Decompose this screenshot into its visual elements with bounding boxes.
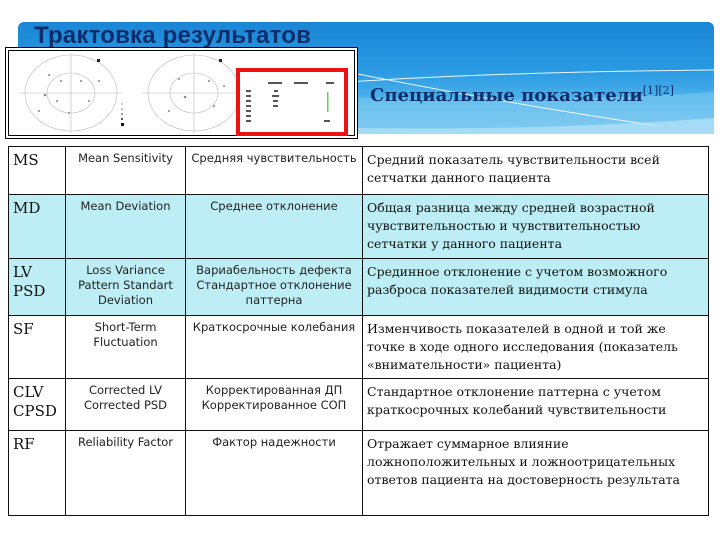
table-row: MD Mean Deviation Среднее отклонение Общ…: [8, 194, 709, 259]
english-term-cell: Loss Variance Pattern Standart Deviation: [65, 258, 186, 316]
russian-term-cell: Корректированная ДП Корректированное СОП: [185, 378, 363, 431]
english-term-cell: Short-Term Fluctuation: [65, 315, 186, 379]
abbreviation-cell: SF: [8, 315, 66, 379]
russian-term-cell: Среднее отклонение: [185, 194, 363, 259]
table-row: RF Reliability Factor Фактор надежности …: [8, 430, 709, 516]
description-cell: Средний показатель чувствительности всей…: [362, 146, 709, 195]
english-term-cell: Mean Sensitivity: [65, 146, 186, 195]
subtitle-references: [1][2]: [642, 84, 674, 97]
description-cell: Изменчивость показателей в одной и той ж…: [362, 315, 709, 379]
russian-term-cell: Краткосрочные колебания: [185, 315, 363, 379]
abbreviation-cell: MS: [8, 146, 66, 195]
russian-term-cell: Фактор надежности: [185, 430, 363, 516]
table-row: CLV CPSD Corrected LV Corrected PSD Корр…: [8, 378, 709, 431]
abbreviation-cell: LV PSD: [8, 258, 66, 316]
description-cell: Стандартное отклонение паттерна с учетом…: [362, 378, 709, 431]
table-row: LV PSD Loss Variance Pattern Standart De…: [8, 258, 709, 316]
english-term-cell: Corrected LV Corrected PSD: [65, 378, 186, 431]
russian-term-cell: Вариабельность дефекта Стандартное откло…: [185, 258, 363, 316]
table-row: SF Short-Term Fluctuation Краткосрочные …: [8, 315, 709, 379]
abbreviation-cell: RF: [8, 430, 66, 516]
english-term-cell: Reliability Factor: [65, 430, 186, 516]
indices-panel-content: [246, 82, 334, 122]
table-row: MS Mean Sensitivity Средняя чувствительн…: [8, 146, 709, 195]
abbreviation-cell: CLV CPSD: [8, 378, 66, 431]
description-cell: Общая разница между средней возрастной ч…: [362, 194, 709, 259]
indices-table: MS Mean Sensitivity Средняя чувствительн…: [8, 146, 709, 516]
legend: [121, 103, 124, 126]
slide-subtitle: Специальные показатели[1][2]: [370, 84, 674, 106]
highlighted-indices-panel: [236, 68, 348, 136]
description-cell: Отражает суммарное влияние ложноположите…: [362, 430, 709, 516]
slide-title: Трактовка результатов: [34, 22, 312, 49]
description-cell: Срединное отклонение с учетом возможного…: [362, 258, 709, 316]
abbreviation-cell: MD: [8, 194, 66, 259]
russian-term-cell: Средняя чувствительность: [185, 146, 363, 195]
english-term-cell: Mean Deviation: [65, 194, 186, 259]
subtitle-text: Специальные показатели: [370, 85, 643, 106]
